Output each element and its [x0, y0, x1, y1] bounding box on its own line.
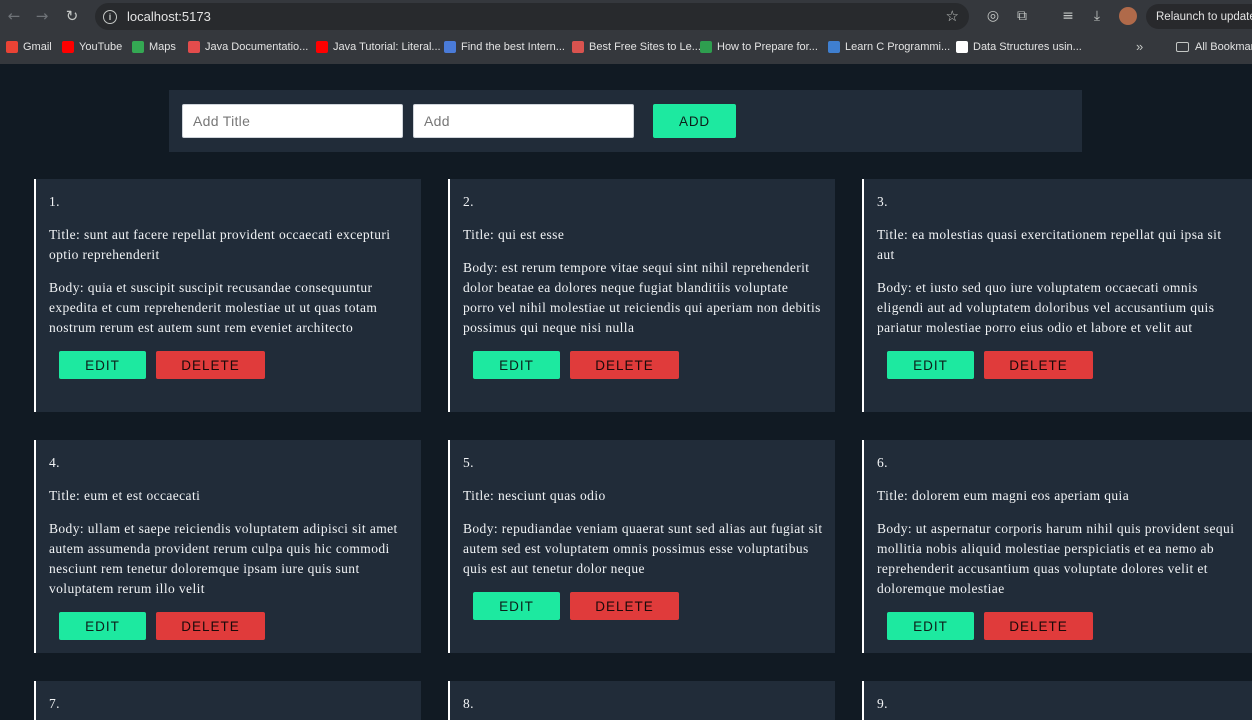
delete-button[interactable]: DELETE [984, 612, 1093, 640]
bookmark-data-structures[interactable]: Data Structures usin... [956, 41, 1082, 53]
delete-button[interactable]: DELETE [570, 592, 679, 620]
bookmark-free-sites[interactable]: Best Free Sites to Le... [572, 41, 701, 53]
site-info-icon[interactable]: i [103, 9, 117, 24]
bookmark-maps[interactable]: Maps [132, 41, 176, 53]
post-card: 2. Title: qui est esse Body: est rerum t… [448, 179, 835, 412]
reading-list-icon[interactable]: ≡ [1058, 6, 1078, 26]
post-title: Title: qui est esse [463, 227, 565, 242]
delete-button[interactable]: DELETE [156, 612, 265, 640]
post-body: Body: quia et suscipit suscipit recusand… [49, 280, 378, 335]
bookmark-java-docs[interactable]: Java Documentatio... [188, 41, 308, 53]
bookmark-youtube[interactable]: YouTube [62, 41, 122, 53]
post-number: 2. [463, 194, 474, 209]
post-card: 4. Title: eum et est occaecati Body: ull… [34, 440, 421, 653]
post-card: 1. Title: sunt aut facere repellat provi… [34, 179, 421, 412]
edit-button[interactable]: EDIT [473, 592, 560, 620]
post-number: 7. [49, 696, 60, 711]
add-button[interactable]: ADD [653, 104, 736, 138]
back-arrow-icon[interactable]: ← [0, 2, 28, 30]
relaunch-button[interactable]: Relaunch to update [1146, 4, 1252, 29]
post-body: Body: ullam et saepe reiciendis voluptat… [49, 521, 398, 596]
post-number: 3. [877, 194, 888, 209]
post-card: 3. Title: ea molestias quasi exercitatio… [862, 179, 1252, 412]
post-actions: EDIT DELETE [59, 351, 409, 379]
maps-icon [132, 41, 144, 53]
extensions-puzzle-icon[interactable]: ⧉ [1012, 6, 1032, 26]
article-icon [572, 41, 584, 53]
post-actions: EDIT DELETE [473, 351, 823, 379]
bookmark-internship[interactable]: Find the best Intern... [444, 41, 565, 53]
post-actions: EDIT DELETE [473, 592, 823, 620]
forward-arrow-icon[interactable]: → [28, 2, 56, 30]
browser-menu-icon[interactable]: ⋮ [1246, 8, 1252, 25]
post-number: 8. [463, 696, 474, 711]
post-number: 5. [463, 455, 474, 470]
edit-button[interactable]: EDIT [887, 612, 974, 640]
post-card: 8. [448, 681, 835, 720]
post-body: Body: et iusto sed quo iure voluptatem o… [877, 280, 1215, 335]
more-bookmarks-icon[interactable]: » [1136, 39, 1143, 54]
java-docs-icon [188, 41, 200, 53]
youtube-icon [62, 41, 74, 53]
post-body: Body: est rerum tempore vitae sequi sint… [463, 260, 821, 335]
post-number: 9. [877, 696, 888, 711]
bookmark-learn-c[interactable]: Learn C Programmi... [828, 41, 950, 53]
edit-button[interactable]: EDIT [887, 351, 974, 379]
edit-button[interactable]: EDIT [59, 351, 146, 379]
address-bar[interactable]: i localhost:5173 ☆ [95, 3, 969, 30]
post-actions: EDIT DELETE [887, 351, 1240, 379]
post-number: 1. [49, 194, 60, 209]
google-icon [956, 41, 968, 53]
internshala-icon [444, 41, 456, 53]
gmail-icon [6, 41, 18, 53]
bookmarks-bar: Gmail YouTube Maps Java Documentatio... … [0, 33, 1252, 64]
post-actions: EDIT DELETE [59, 612, 409, 640]
post-card: 9. [862, 681, 1252, 720]
post-number: 6. [877, 455, 888, 470]
delete-button[interactable]: DELETE [156, 351, 265, 379]
extension-target-icon[interactable]: ◎ [983, 6, 1003, 26]
post-title: Title: dolorem eum magni eos aperiam qui… [877, 488, 1130, 503]
post-title: Title: eum et est occaecati [49, 488, 201, 503]
delete-button[interactable]: DELETE [570, 351, 679, 379]
post-card: 5. Title: nesciunt quas odio Body: repud… [448, 440, 835, 653]
prepare-site-icon [700, 41, 712, 53]
edit-button[interactable]: EDIT [59, 612, 146, 640]
post-actions: EDIT DELETE [887, 612, 1240, 640]
post-title: Title: sunt aut facere repellat providen… [49, 227, 391, 262]
title-input[interactable] [182, 104, 403, 138]
delete-button[interactable]: DELETE [984, 351, 1093, 379]
body-input[interactable] [413, 104, 634, 138]
post-card: 7. [34, 681, 421, 720]
post-card: 6. Title: dolorem eum magni eos aperiam … [862, 440, 1252, 653]
reload-icon[interactable]: ↻ [58, 2, 86, 30]
post-body: Body: ut aspernatur corporis harum nihil… [877, 521, 1235, 596]
download-icon[interactable]: ⤓ [1087, 6, 1107, 26]
post-title: Title: nesciunt quas odio [463, 488, 606, 503]
url-text: localhost:5173 [127, 9, 211, 24]
bookmark-gmail[interactable]: Gmail [6, 41, 52, 53]
edit-button[interactable]: EDIT [473, 351, 560, 379]
profile-avatar[interactable] [1119, 7, 1137, 25]
learn-c-icon [828, 41, 840, 53]
post-number: 4. [49, 455, 60, 470]
bookmark-prepare[interactable]: How to Prepare for... [700, 41, 818, 53]
post-title: Title: ea molestias quasi exercitationem… [877, 227, 1222, 262]
all-bookmarks-folder[interactable]: All Bookmarks [1176, 41, 1252, 53]
browser-toolbar: ← → ↻ i localhost:5173 ☆ ◎ ⧉ ≡ ⤓ Relaunc… [0, 0, 1252, 33]
bookmark-java-tutorial[interactable]: Java Tutorial: Literal... [316, 41, 441, 53]
folder-icon [1176, 42, 1189, 52]
post-body: Body: repudiandae veniam quaerat sunt se… [463, 521, 823, 576]
add-post-form: ADD [169, 90, 1082, 152]
bookmark-star-icon[interactable]: ☆ [946, 7, 959, 25]
youtube-icon [316, 41, 328, 53]
